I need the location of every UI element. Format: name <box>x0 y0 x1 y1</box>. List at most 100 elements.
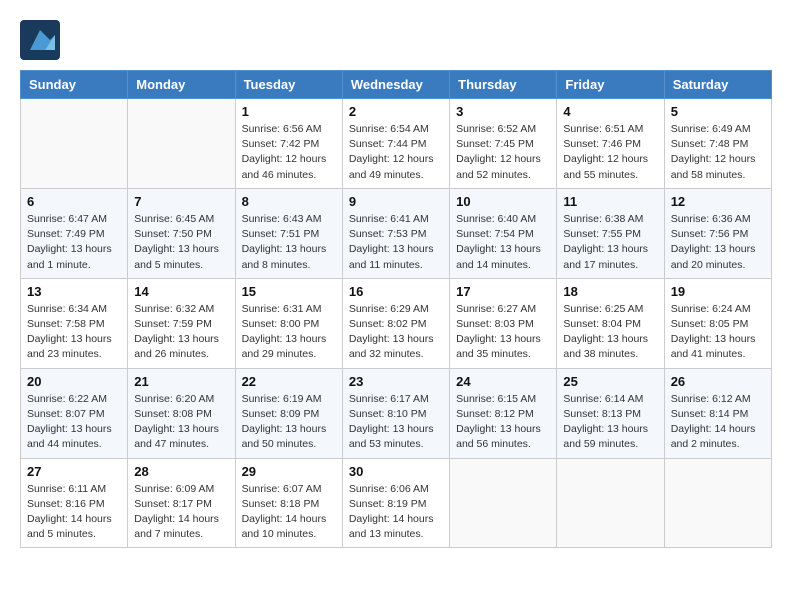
calendar-cell: 4 Sunrise: 6:51 AM Sunset: 7:46 PM Daylig… <box>557 99 664 189</box>
day-number: 2 <box>349 104 443 119</box>
day-info: Sunrise: 6:12 AM Sunset: 8:14 PM Dayligh… <box>671 392 765 453</box>
calendar-cell: 21Sunrise: 6:20 AM Sunset: 8:08 PM Dayli… <box>128 368 235 458</box>
calendar-cell: 17 Sunrise: 6:27 AM Sunset: 8:03 PM Dayli… <box>450 278 557 368</box>
calendar-cell: 22 Sunrise: 6:19 AM Sunset: 8:09 PM Dayli… <box>235 368 342 458</box>
day-number: 8 <box>242 194 336 209</box>
day-number: 13 <box>27 284 121 299</box>
day-info: Sunrise: 6:49 AM Sunset: 7:48 PM Dayligh… <box>671 122 765 183</box>
day-info: Sunrise: 6:43 AM Sunset: 7:51 PM Dayligh… <box>242 212 336 273</box>
day-number: 9 <box>349 194 443 209</box>
day-number: 29 <box>242 464 336 479</box>
day-info: Sunrise: 6:27 AM Sunset: 8:03 PM Dayligh… <box>456 302 550 363</box>
calendar-header-thursday: Thursday <box>450 71 557 99</box>
calendar-cell: 27 Sunrise: 6:11 AM Sunset: 8:16 PM Dayli… <box>21 458 128 548</box>
day-number: 16 <box>349 284 443 299</box>
day-number: 28 <box>134 464 228 479</box>
day-info: Sunrise: 6:52 AM Sunset: 7:45 PM Dayligh… <box>456 122 550 183</box>
day-number: 20 <box>27 374 121 389</box>
day-info: Sunrise: 6:38 AM Sunset: 7:55 PM Dayligh… <box>563 212 657 273</box>
day-info: Sunrise: 6:17 AM Sunset: 8:10 PM Dayligh… <box>349 392 443 453</box>
day-number: 18 <box>563 284 657 299</box>
day-number: 10 <box>456 194 550 209</box>
day-info: Sunrise: 6:07 AM Sunset: 8:18 PM Dayligh… <box>242 482 336 543</box>
day-number: 14 <box>134 284 228 299</box>
day-number: 12 <box>671 194 765 209</box>
day-number: 7 <box>134 194 228 209</box>
calendar-header-sunday: Sunday <box>21 71 128 99</box>
calendar-header-tuesday: Tuesday <box>235 71 342 99</box>
calendar-cell: 5 Sunrise: 6:49 AM Sunset: 7:48 PM Daylig… <box>664 99 771 189</box>
calendar-cell: 24Sunrise: 6:15 AM Sunset: 8:12 PM Dayli… <box>450 368 557 458</box>
calendar-cell <box>21 99 128 189</box>
day-number: 22 <box>242 374 336 389</box>
calendar-header-wednesday: Wednesday <box>342 71 449 99</box>
day-info: Sunrise: 6:32 AM Sunset: 7:59 PM Dayligh… <box>134 302 228 363</box>
day-info: Sunrise: 6:45 AM Sunset: 7:50 PM Dayligh… <box>134 212 228 273</box>
day-info: Sunrise: 6:22 AM Sunset: 8:07 PM Dayligh… <box>27 392 121 453</box>
day-info: Sunrise: 6:41 AM Sunset: 7:53 PM Dayligh… <box>349 212 443 273</box>
calendar-header-friday: Friday <box>557 71 664 99</box>
day-number: 25 <box>563 374 657 389</box>
day-info: Sunrise: 6:34 AM Sunset: 7:58 PM Dayligh… <box>27 302 121 363</box>
day-info: Sunrise: 6:06 AM Sunset: 8:19 PM Dayligh… <box>349 482 443 543</box>
calendar-week-3: 13 Sunrise: 6:34 AM Sunset: 7:58 PM Dayli… <box>21 278 772 368</box>
calendar-cell: 2 Sunrise: 6:54 AM Sunset: 7:44 PM Daylig… <box>342 99 449 189</box>
calendar-cell <box>557 458 664 548</box>
day-info: Sunrise: 6:09 AM Sunset: 8:17 PM Dayligh… <box>134 482 228 543</box>
calendar-cell: 20 Sunrise: 6:22 AM Sunset: 8:07 PM Dayli… <box>21 368 128 458</box>
day-number: 26 <box>671 374 765 389</box>
day-number: 15 <box>242 284 336 299</box>
day-info: Sunrise: 6:25 AM Sunset: 8:04 PM Dayligh… <box>563 302 657 363</box>
calendar-cell <box>450 458 557 548</box>
day-info: Sunrise: 6:54 AM Sunset: 7:44 PM Dayligh… <box>349 122 443 183</box>
day-number: 5 <box>671 104 765 119</box>
day-number: 1 <box>242 104 336 119</box>
calendar-cell: 16 Sunrise: 6:29 AM Sunset: 8:02 PM Dayli… <box>342 278 449 368</box>
calendar-cell: 19 Sunrise: 6:24 AM Sunset: 8:05 PM Dayli… <box>664 278 771 368</box>
day-info: Sunrise: 6:56 AM Sunset: 7:42 PM Dayligh… <box>242 122 336 183</box>
day-number: 3 <box>456 104 550 119</box>
day-number: 30 <box>349 464 443 479</box>
day-number: 24 <box>456 374 550 389</box>
calendar-week-2: 6 Sunrise: 6:47 AM Sunset: 7:49 PM Daylig… <box>21 188 772 278</box>
day-number: 11 <box>563 194 657 209</box>
page-header <box>20 20 772 60</box>
day-info: Sunrise: 6:20 AM Sunset: 8:08 PM Dayligh… <box>134 392 228 453</box>
calendar-cell: 18 Sunrise: 6:25 AM Sunset: 8:04 PM Dayli… <box>557 278 664 368</box>
calendar-header-monday: Monday <box>128 71 235 99</box>
calendar-cell: 29 Sunrise: 6:07 AM Sunset: 8:18 PM Dayli… <box>235 458 342 548</box>
day-info: Sunrise: 6:31 AM Sunset: 8:00 PM Dayligh… <box>242 302 336 363</box>
logo-icon <box>20 20 60 60</box>
calendar-cell: 9 Sunrise: 6:41 AM Sunset: 7:53 PM Daylig… <box>342 188 449 278</box>
calendar-cell: 23Sunrise: 6:17 AM Sunset: 8:10 PM Dayli… <box>342 368 449 458</box>
calendar-header-row: SundayMondayTuesdayWednesdayThursdayFrid… <box>21 71 772 99</box>
calendar-cell: 13 Sunrise: 6:34 AM Sunset: 7:58 PM Dayli… <box>21 278 128 368</box>
calendar-cell: 12Sunrise: 6:36 AM Sunset: 7:56 PM Dayli… <box>664 188 771 278</box>
calendar-cell: 14 Sunrise: 6:32 AM Sunset: 7:59 PM Dayli… <box>128 278 235 368</box>
day-number: 4 <box>563 104 657 119</box>
day-number: 17 <box>456 284 550 299</box>
calendar-cell: 10Sunrise: 6:40 AM Sunset: 7:54 PM Dayli… <box>450 188 557 278</box>
calendar-cell: 15 Sunrise: 6:31 AM Sunset: 8:00 PM Dayli… <box>235 278 342 368</box>
logo <box>20 20 66 60</box>
day-info: Sunrise: 6:51 AM Sunset: 7:46 PM Dayligh… <box>563 122 657 183</box>
calendar-cell <box>128 99 235 189</box>
calendar-cell: 6 Sunrise: 6:47 AM Sunset: 7:49 PM Daylig… <box>21 188 128 278</box>
day-info: Sunrise: 6:14 AM Sunset: 8:13 PM Dayligh… <box>563 392 657 453</box>
day-info: Sunrise: 6:29 AM Sunset: 8:02 PM Dayligh… <box>349 302 443 363</box>
calendar-cell: 26 Sunrise: 6:12 AM Sunset: 8:14 PM Dayli… <box>664 368 771 458</box>
day-info: Sunrise: 6:11 AM Sunset: 8:16 PM Dayligh… <box>27 482 121 543</box>
day-info: Sunrise: 6:47 AM Sunset: 7:49 PM Dayligh… <box>27 212 121 273</box>
day-info: Sunrise: 6:19 AM Sunset: 8:09 PM Dayligh… <box>242 392 336 453</box>
calendar-cell: 25 Sunrise: 6:14 AM Sunset: 8:13 PM Dayli… <box>557 368 664 458</box>
calendar-cell: 1 Sunrise: 6:56 AM Sunset: 7:42 PM Daylig… <box>235 99 342 189</box>
calendar-cell: 28 Sunrise: 6:09 AM Sunset: 8:17 PM Dayli… <box>128 458 235 548</box>
calendar-cell: 11 Sunrise: 6:38 AM Sunset: 7:55 PM Dayli… <box>557 188 664 278</box>
calendar-cell: 8 Sunrise: 6:43 AM Sunset: 7:51 PM Daylig… <box>235 188 342 278</box>
day-info: Sunrise: 6:24 AM Sunset: 8:05 PM Dayligh… <box>671 302 765 363</box>
day-number: 27 <box>27 464 121 479</box>
day-number: 19 <box>671 284 765 299</box>
calendar-header-saturday: Saturday <box>664 71 771 99</box>
calendar-week-5: 27 Sunrise: 6:11 AM Sunset: 8:16 PM Dayli… <box>21 458 772 548</box>
day-number: 6 <box>27 194 121 209</box>
